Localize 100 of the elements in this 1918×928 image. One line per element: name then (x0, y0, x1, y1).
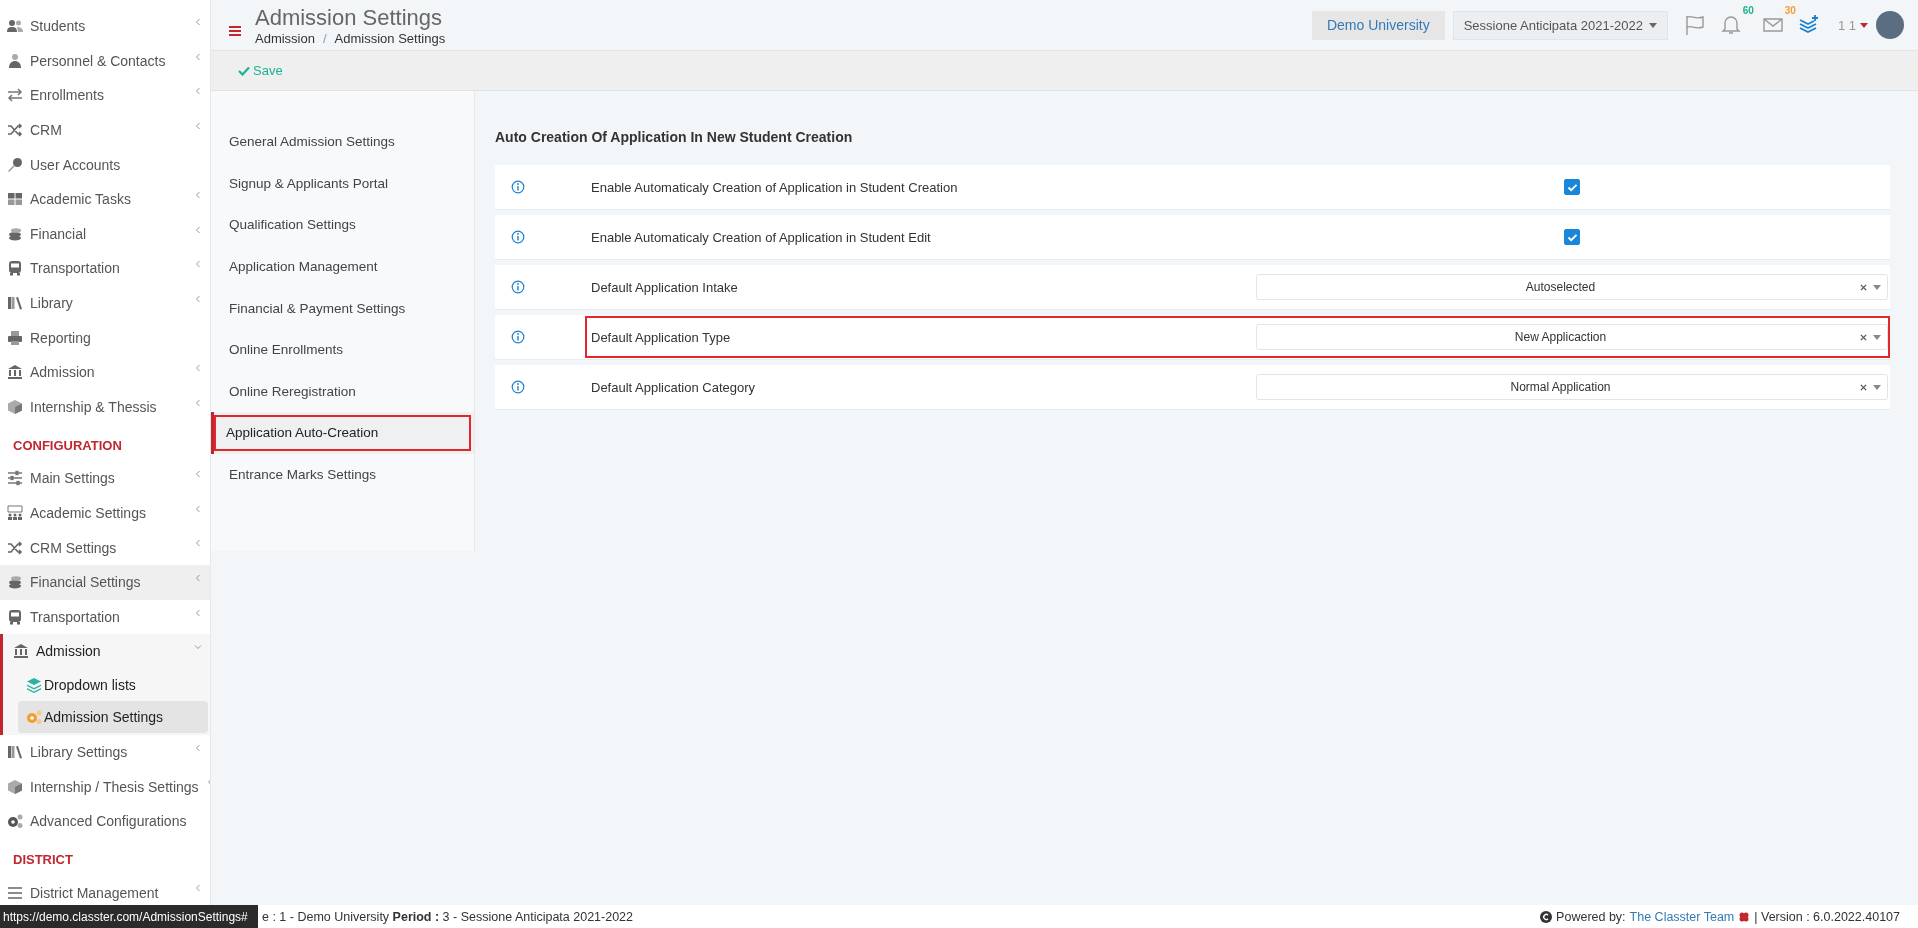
section-heading: DISTRICT (12, 851, 74, 870)
select-field[interactable]: New Applicaction (1256, 324, 1888, 350)
university-button[interactable]: Demo University (1311, 10, 1445, 40)
info-icon[interactable] (511, 180, 525, 194)
checkbox[interactable] (1564, 179, 1580, 195)
settings-nav-item[interactable]: Application Auto-Creation (211, 412, 474, 454)
checkbox[interactable] (1564, 229, 1580, 245)
select-field[interactable]: Normal Application (1256, 374, 1888, 400)
clear-icon[interactable] (1860, 333, 1867, 341)
chevron-left-icon (194, 470, 202, 479)
cube-icon (7, 778, 23, 795)
chevron-down-icon (194, 643, 202, 652)
chevron-left-icon (194, 18, 202, 26)
chevron-left-icon (194, 87, 202, 96)
chevron-left-icon (194, 121, 202, 130)
session-dropdown[interactable]: Sessione Anticipata 2021-2022 (1452, 10, 1668, 40)
coins-icon (7, 574, 23, 591)
sidebar-item[interactable]: CRM Settings (0, 530, 210, 565)
sidebar-item[interactable]: Advanced Configurations (0, 803, 210, 839)
info-icon[interactable] (511, 330, 525, 344)
books-icon (7, 295, 23, 312)
settings-nav-item[interactable]: Online Enrollments (211, 328, 474, 371)
chevron-left-icon (194, 884, 202, 893)
shuffle-icon (7, 122, 23, 139)
info-icon[interactable] (511, 280, 525, 294)
info-icon[interactable] (511, 230, 525, 244)
team-link[interactable]: The Classter Team (1629, 909, 1735, 924)
sidebar-item[interactable]: Reporting (0, 320, 210, 355)
settings-nav-item[interactable]: Signup & Applicants Portal (211, 162, 474, 205)
caret-icon (1873, 334, 1881, 340)
info-icon[interactable] (511, 380, 525, 394)
sidebar-item[interactable]: Main Settings (0, 461, 210, 496)
status-url-tooltip: https://demo.classter.com/AdmissionSettings# (0, 905, 258, 928)
caret-icon (1648, 22, 1657, 28)
avatar[interactable] (1876, 11, 1904, 39)
settings-nav-item[interactable]: General Admission Settings (211, 121, 474, 163)
sidebar-item[interactable]: Academic Settings (0, 495, 210, 531)
breadcrumb-separator: / (322, 30, 327, 46)
setting-label: Default Application Category (591, 379, 757, 395)
sidebar-item[interactable]: Financial (0, 216, 210, 252)
chevron-left-icon (194, 190, 202, 199)
sidebar-item[interactable]: Library Settings (0, 734, 210, 770)
check-icon (1566, 232, 1578, 242)
sidebar-item[interactable]: Admission (0, 354, 210, 390)
sidebar-item[interactable]: Students (0, 9, 210, 44)
settings-nav-item[interactable]: Application Management (211, 245, 474, 288)
breadcrumb-item[interactable]: Admission Settings (334, 30, 446, 46)
sidebar-item[interactable]: Academic Tasks (0, 181, 210, 217)
flag-icon[interactable] (1683, 14, 1706, 36)
page-title: Admission Settings (255, 4, 444, 31)
caret-icon (1873, 284, 1881, 290)
chevron-left-icon (194, 260, 202, 269)
layers-plus-icon[interactable] (1797, 14, 1820, 36)
check-icon (238, 65, 250, 76)
menu-icon[interactable] (229, 25, 241, 37)
sidebar-item[interactable]: Financial Settings (0, 564, 210, 600)
bus-icon (7, 260, 23, 277)
settings-nav-item[interactable]: Online Reregistration (211, 370, 474, 413)
sidebar-item[interactable]: District Management (0, 875, 210, 905)
people-icon (7, 18, 23, 35)
message-count: 30 (1780, 2, 1800, 18)
lines-icon (7, 884, 23, 901)
caret-icon[interactable] (1860, 22, 1868, 28)
shuffle-icon (7, 539, 23, 556)
breadcrumb-item[interactable]: Admission (255, 30, 315, 46)
sidebar-item[interactable]: Transportation (0, 599, 210, 635)
section-title: Auto Creation Of Application In New Student Creation (495, 129, 854, 145)
sidebar-item[interactable]: Library (0, 285, 210, 321)
gears-icon (7, 813, 23, 830)
settings-nav-item[interactable]: Entrance Marks Settings (211, 453, 474, 496)
sidebar-subitem[interactable]: Dropdown lists (18, 668, 208, 701)
settings-nav-item[interactable]: Financial & Payment Settings (211, 287, 474, 329)
grid-icon (7, 191, 23, 208)
caret-icon (1873, 384, 1881, 390)
powered-by-text: Powered by: (1556, 909, 1626, 924)
sidebar-item[interactable]: CRM (0, 112, 210, 148)
sidebar-item[interactable]: Admission (0, 634, 210, 669)
chevron-left-icon (194, 294, 202, 303)
cube-icon (7, 398, 23, 415)
footer-info: e : 1 - Demo University Period : 3 - Sessione Anticipata 2021-2022 (262, 909, 634, 924)
sidebar-subitem[interactable]: Admission Settings (18, 700, 208, 733)
chevron-left-icon (205, 778, 210, 787)
key-icon (7, 156, 23, 173)
clear-icon[interactable] (1860, 383, 1867, 391)
clear-icon[interactable] (1860, 283, 1867, 291)
select-field[interactable]: Autoselected (1256, 274, 1888, 300)
group-icon (7, 505, 23, 521)
chevron-left-icon (194, 539, 202, 548)
sidebar-item[interactable]: Internship & Thessis (0, 389, 210, 425)
sidebar-item[interactable]: Transportation (0, 251, 210, 286)
version-text: | Version : 6.0.2022.40107 (1754, 909, 1900, 924)
chevron-left-icon (194, 504, 202, 513)
sidebar-item[interactable]: Personnel & Contacts (0, 43, 210, 79)
setting-label: Enable Automaticaly Creation of Application in Student Edit (591, 229, 932, 245)
chevron-left-icon (194, 608, 202, 617)
sidebar-item[interactable]: Enrollments (0, 78, 210, 113)
setting-label: Default Application Intake (591, 279, 739, 295)
sidebar-item[interactable]: User Accounts (0, 147, 210, 182)
sidebar-item[interactable]: Internship / Thesis Settings (0, 769, 210, 804)
settings-nav-item[interactable]: Qualification Settings (211, 204, 474, 246)
